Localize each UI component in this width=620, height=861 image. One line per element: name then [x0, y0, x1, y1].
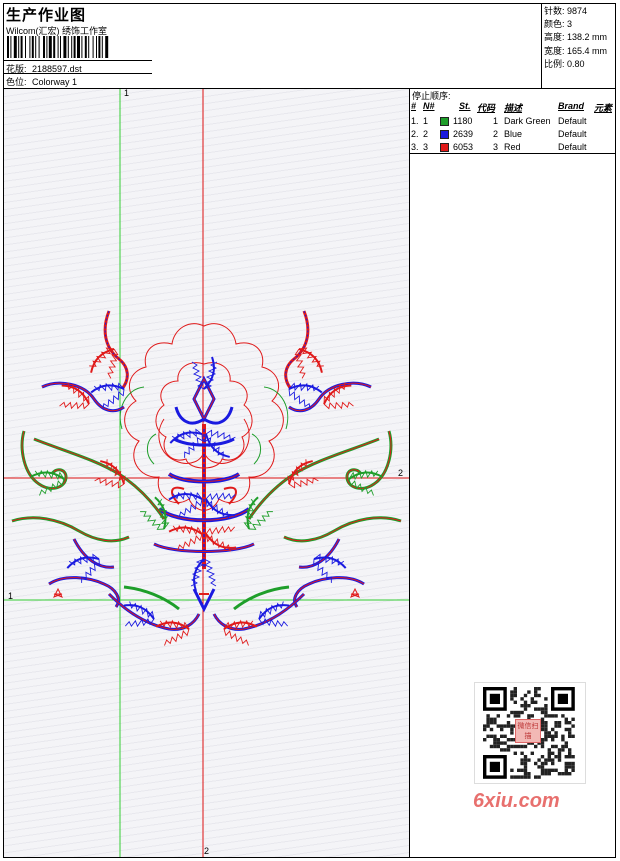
col-header-code: 代码: [477, 103, 496, 113]
col-header-hash: #: [411, 101, 417, 111]
colorway-row: 色位: Colorway 1: [6, 75, 77, 88]
barcode: [7, 36, 109, 58]
left-scroll-ornament: [11, 310, 201, 631]
col-header-stitches: St.: [459, 101, 471, 111]
stat-height: 高度: 138.2 mm: [544, 32, 608, 43]
qr-code: 微信扫描: [474, 682, 586, 784]
color-swatch: [440, 143, 449, 152]
central-ornament: [153, 375, 255, 613]
stop-sequence-panel: 停止顺序: # N# St. 代码 描述 Brand 元素 1. 1 1180 …: [411, 91, 613, 152]
stats-divider: [541, 3, 542, 88]
col-header-element: 元素: [594, 103, 613, 113]
header-divider-2: [3, 73, 152, 74]
design-stats: 针数: 9874 颜色: 3 高度: 138.2 mm 宽度: 165.4 mm…: [544, 5, 607, 71]
stat-scale: 比例: 0.80: [544, 58, 585, 69]
stat-colors: 颜色: 3: [544, 19, 573, 30]
col-header-n: N#: [423, 101, 435, 111]
guide-marker-v2: 2: [204, 846, 210, 856]
guide-marker-h1: 1: [8, 591, 14, 601]
guide-marker-v1: 1: [124, 89, 130, 98]
color-swatch: [440, 117, 449, 126]
color-swatch: [440, 130, 449, 139]
page-title: 生产作业图: [6, 7, 87, 24]
col-header-description: 描述: [504, 103, 523, 113]
colorway-value: Colorway 1: [32, 77, 78, 87]
stat-stitches: 针数: 9874: [544, 6, 588, 16]
stop-panel-bottom-border: [409, 153, 616, 154]
design-canvas[interactable]: 1 2 1 2: [4, 89, 409, 857]
panel-divider: [409, 88, 410, 858]
stat-width: 宽度: 165.4 mm: [544, 45, 608, 56]
col-header-brand: Brand: [558, 101, 585, 111]
embroidery-design: [4, 89, 409, 857]
colorway-label: 色位:: [6, 77, 27, 87]
site-watermark: 6xiu.com: [473, 790, 560, 812]
qr-badge: 微信扫描: [515, 719, 541, 743]
right-scroll-ornament: [212, 310, 402, 648]
header-divider-1: [3, 60, 152, 61]
guide-marker-h2: 2: [398, 468, 404, 478]
